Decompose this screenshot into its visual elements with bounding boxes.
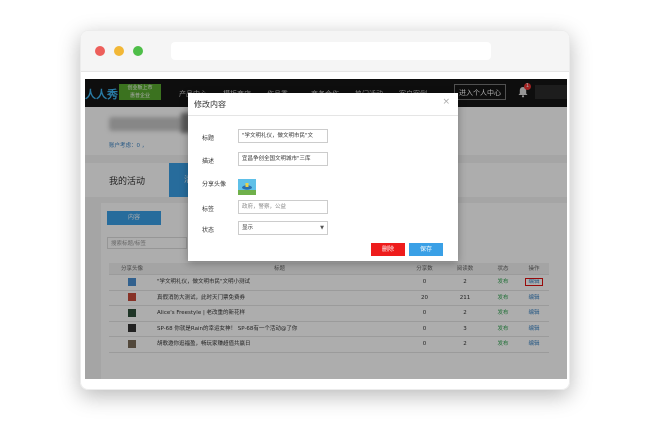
address-bar[interactable] (171, 42, 491, 60)
page-viewport: 人人秀 创业板上市 惠普企业 产品中心 模板商店 作品秀 商务合作 热门活动 客… (85, 79, 567, 379)
minimize-window-button[interactable] (114, 46, 124, 56)
dropdown-caret-icon: ▼ (320, 225, 324, 231)
tags-input[interactable]: 政府，警察，公益 (238, 200, 328, 214)
status-label: 状态 (202, 227, 215, 234)
modal-header: 修改内容 × (188, 93, 458, 116)
share-avatar-image[interactable] (238, 179, 256, 195)
title-input[interactable]: "学文明礼仪，做文明市民"文 (238, 129, 328, 143)
description-label: 描述 (202, 158, 215, 165)
browser-toolbar (81, 31, 569, 72)
title-label: 标题 (202, 135, 215, 142)
save-button[interactable]: 保存 (409, 243, 443, 256)
description-input[interactable]: 宜昌争创全国文明城市"三库 (238, 152, 328, 166)
close-icon[interactable]: × (442, 97, 450, 107)
close-window-button[interactable] (95, 46, 105, 56)
edit-content-modal: 修改内容 × 标题 "学文明礼仪，做文明市民"文 描述 宜昌争创全国文明城市"三… (188, 93, 458, 261)
status-select[interactable]: 显示 ▼ (238, 221, 328, 235)
tags-label: 标签 (202, 206, 215, 213)
maximize-window-button[interactable] (133, 46, 143, 56)
delete-button[interactable]: 删除 (371, 243, 405, 256)
share-avatar-label: 分享头像 (202, 181, 227, 188)
browser-window: 人人秀 创业板上市 惠普企业 产品中心 模板商店 作品秀 商务合作 热门活动 客… (80, 30, 570, 390)
modal-title: 修改内容 (194, 100, 226, 109)
status-selected-value: 显示 (242, 225, 254, 231)
